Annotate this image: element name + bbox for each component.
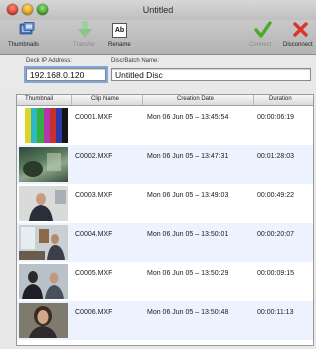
duration: 00:00:06:19 (257, 114, 294, 121)
rename-icon: Ab (112, 23, 127, 38)
duration: 00:00:49:22 (257, 192, 294, 199)
header-thumbnail[interactable]: Thumbnail (25, 96, 53, 102)
disconnect-button[interactable]: Disconnect (282, 20, 316, 54)
clip-name: C0003.MXF (75, 192, 113, 199)
table-header: Thumbnail Clip Name Creation Date Durati… (17, 95, 313, 106)
disconnect-label: Disconnect (283, 42, 313, 48)
toolbar: Thumbnails Transfer Ab Rename Connect Di… (0, 20, 316, 55)
table-row[interactable]: C0004.MXF Mon 06 Jun 05 – 13:50:01 00:00… (17, 223, 313, 262)
thumbnails-button[interactable]: Thumbnails (6, 20, 48, 54)
creation-date: Mon 06 Jun 05 – 13:47:31 (147, 153, 229, 160)
office-interior-image (19, 225, 68, 260)
header-duration[interactable]: Duration (269, 96, 292, 102)
duration: 00:00:09:15 (257, 270, 294, 277)
checkmark-icon (254, 21, 272, 38)
column-divider[interactable] (253, 95, 254, 105)
thumbnails-icon (19, 22, 35, 35)
column-divider[interactable] (71, 95, 72, 105)
clip-thumbnail (19, 264, 68, 299)
title-bar: Untitled (0, 0, 316, 20)
woman-portrait-image (19, 303, 68, 338)
window-title: Untitled (142, 5, 174, 15)
duration: 00:00:20:07 (257, 231, 294, 238)
man-in-office-image (19, 186, 68, 221)
clip-thumbnail (19, 147, 68, 182)
creation-date: Mon 06 Jun 05 – 13:50:01 (147, 231, 229, 238)
transfer-button[interactable]: Transfer (70, 20, 104, 54)
creation-date: Mon 06 Jun 05 – 13:50:29 (147, 270, 229, 277)
table-row[interactable]: C0005.MXF Mon 06 Jun 05 – 13:50:29 00:00… (17, 262, 313, 301)
app-window: Untitled Thumbnails Transfer Ab Rename C… (0, 0, 316, 349)
transfer-label: Transfer (73, 42, 96, 48)
creation-date: Mon 06 Jun 05 – 13:45:54 (147, 114, 229, 121)
disc-name-field[interactable]: Untitled Disc (111, 68, 311, 81)
table-row[interactable]: C0003.MXF Mon 06 Jun 05 – 13:49:03 00:00… (17, 184, 313, 223)
deck-ip-label: Deck IP Address: (26, 58, 72, 64)
column-divider[interactable] (142, 95, 143, 105)
creation-date: Mon 06 Jun 05 – 13:49:03 (147, 192, 229, 199)
clip-table: Thumbnail Clip Name Creation Date Durati… (16, 94, 314, 346)
duration: 00:01:28:03 (257, 153, 294, 160)
thumbnails-label: Thumbnails (8, 42, 40, 48)
duration: 00:00:11:13 (257, 309, 294, 316)
clip-thumbnail (19, 186, 68, 221)
rename-button[interactable]: Ab Rename (106, 20, 136, 54)
clip-name: C0005.MXF (75, 270, 113, 277)
connect-label: Connect (249, 42, 272, 48)
clip-name: C0001.MXF (75, 114, 113, 121)
outdoor-scene-image (23, 153, 61, 177)
deck-ip-field[interactable]: 192.168.0.120 (26, 68, 106, 81)
rename-label: Rename (108, 42, 131, 48)
connect-button[interactable]: Connect (246, 20, 280, 54)
header-clip-name[interactable]: Clip Name (91, 96, 119, 102)
header-creation-date[interactable]: Creation Date (177, 96, 214, 102)
creation-date: Mon 06 Jun 05 – 13:50:48 (147, 309, 229, 316)
clip-thumbnail (19, 225, 68, 260)
clip-name: C0006.MXF (75, 309, 113, 316)
table-row[interactable]: C0002.MXF Mon 06 Jun 05 – 13:47:31 00:01… (17, 145, 313, 184)
table-row[interactable]: C0006.MXF Mon 06 Jun 05 – 13:50:48 00:00… (17, 301, 313, 340)
two-people-image (19, 264, 68, 299)
connection-fields: Deck IP Address: 192.168.0.120 Disc/Batc… (0, 55, 316, 89)
clip-thumbnail (19, 108, 68, 143)
clip-thumbnail (19, 303, 68, 338)
table-row[interactable]: C0001.MXF Mon 06 Jun 05 – 13:45:54 00:00… (17, 106, 313, 145)
clip-name: C0004.MXF (75, 231, 113, 238)
transfer-arrow-icon (78, 21, 92, 38)
disconnect-x-icon (293, 22, 308, 37)
disc-name-label: Disc/Batch Name: (111, 58, 160, 64)
clip-name: C0002.MXF (75, 153, 113, 160)
